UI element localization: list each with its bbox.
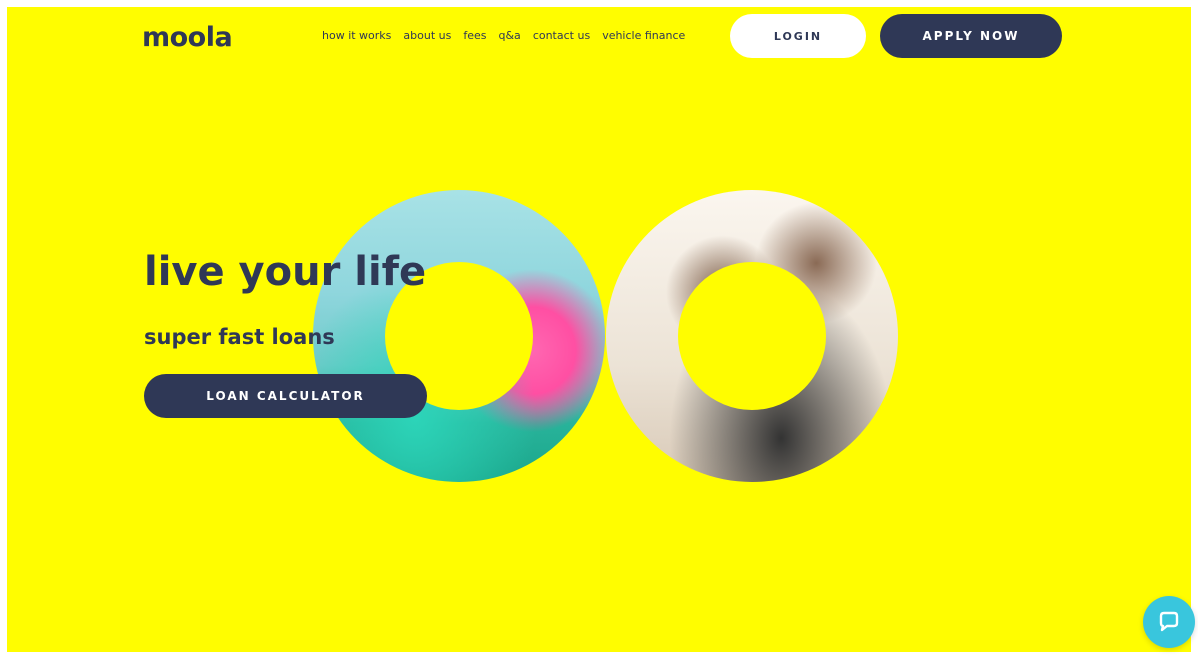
- nav-link-fees[interactable]: fees: [463, 29, 486, 42]
- nav-link-qa[interactable]: q&a: [499, 29, 521, 42]
- ring-hole: [678, 262, 826, 410]
- nav-link-vehicle-finance[interactable]: vehicle finance: [602, 29, 685, 42]
- chat-bubble-icon: [1159, 611, 1179, 632]
- nav-link-how-it-works[interactable]: how it works: [322, 29, 391, 42]
- hero-section: moola how it works about us fees q&a con…: [7, 7, 1191, 652]
- flamingo-ring-image: [313, 190, 605, 482]
- login-button[interactable]: LOGIN: [730, 14, 866, 58]
- apply-now-button[interactable]: APPLY NOW: [880, 14, 1062, 58]
- loan-calculator-button[interactable]: LOAN CALCULATOR: [144, 374, 427, 418]
- hero-subhead: super fast loans: [144, 325, 335, 349]
- friends-ring-image: [606, 190, 898, 482]
- nav-link-contact-us[interactable]: contact us: [533, 29, 590, 42]
- nav-link-about-us[interactable]: about us: [403, 29, 451, 42]
- chat-widget-button[interactable]: [1143, 596, 1195, 648]
- page: moola how it works about us fees q&a con…: [0, 0, 1198, 659]
- hero-headline: live your life: [144, 249, 427, 295]
- main-nav: how it works about us fees q&a contact u…: [322, 29, 685, 42]
- site-logo[interactable]: moola: [142, 24, 233, 51]
